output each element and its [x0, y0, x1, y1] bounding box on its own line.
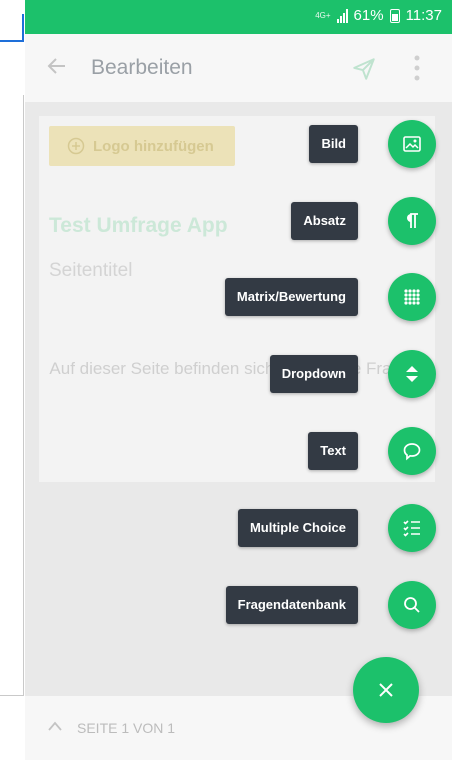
fab-label[interactable]: Matrix/Bewertung — [224, 278, 358, 316]
page-title: Bearbeiten — [91, 56, 193, 79]
fab-item-text[interactable]: Text — [308, 427, 436, 475]
back-arrow-icon[interactable] — [45, 54, 69, 78]
fab-item-multiple-choice[interactable]: Multiple Choice — [237, 504, 436, 552]
survey-title[interactable]: Test Umfrage App — [49, 214, 228, 238]
fab-label[interactable]: Dropdown — [269, 355, 358, 393]
section-title[interactable]: Seitentitel — [49, 260, 132, 282]
checklist-icon[interactable] — [388, 504, 436, 552]
grid-icon[interactable] — [388, 273, 436, 321]
fab-label[interactable]: Fragendatenbank — [225, 586, 358, 624]
fab-item-matrix[interactable]: Matrix/Bewertung — [224, 273, 436, 321]
fab-label[interactable]: Text — [308, 432, 358, 470]
search-icon[interactable] — [388, 581, 436, 629]
phone-screen: 4G+ 61% 11:37 Bearbeiten Logo hinzufügen… — [25, 0, 452, 760]
network-type: 4G+ — [315, 10, 331, 20]
more-vert-icon[interactable] — [414, 54, 420, 82]
fab-item-dropdown[interactable]: Dropdown — [269, 350, 436, 398]
dropdown-icon[interactable] — [388, 350, 436, 398]
left-edge-accent — [0, 14, 24, 42]
close-icon — [379, 683, 393, 697]
left-edge — [0, 0, 25, 760]
add-logo-button[interactable]: Logo hinzufügen — [49, 126, 235, 166]
left-edge-frame — [0, 95, 24, 696]
fab-close-button[interactable] — [353, 657, 419, 723]
speech-bubble-icon[interactable] — [388, 427, 436, 475]
add-circle-icon — [67, 137, 85, 155]
clock: 11:37 — [405, 7, 442, 24]
fab-label[interactable]: Multiple Choice — [237, 509, 358, 547]
page-indicator: SEITE 1 VON 1 — [77, 720, 176, 736]
chevron-up-icon — [48, 721, 62, 731]
fab-item-paragraph[interactable]: Absatz — [291, 197, 436, 245]
battery-percent: 61% — [353, 7, 384, 24]
signal-icon — [336, 8, 348, 23]
fab-item-image[interactable]: Bild — [309, 120, 436, 168]
fab-item-question-bank[interactable]: Fragendatenbank — [225, 581, 436, 629]
fab-label[interactable]: Bild — [309, 125, 358, 163]
status-icons: 4G+ 61% 11:37 — [315, 7, 442, 24]
status-bar: 4G+ 61% 11:37 — [25, 0, 452, 34]
battery-icon — [389, 8, 400, 23]
image-icon[interactable] — [388, 120, 436, 168]
add-logo-label: Logo hinzufügen — [93, 137, 214, 155]
app-bar: Bearbeiten — [25, 34, 452, 102]
pilcrow-icon[interactable] — [388, 197, 436, 245]
fab-label[interactable]: Absatz — [291, 202, 358, 240]
send-icon[interactable] — [351, 56, 377, 82]
